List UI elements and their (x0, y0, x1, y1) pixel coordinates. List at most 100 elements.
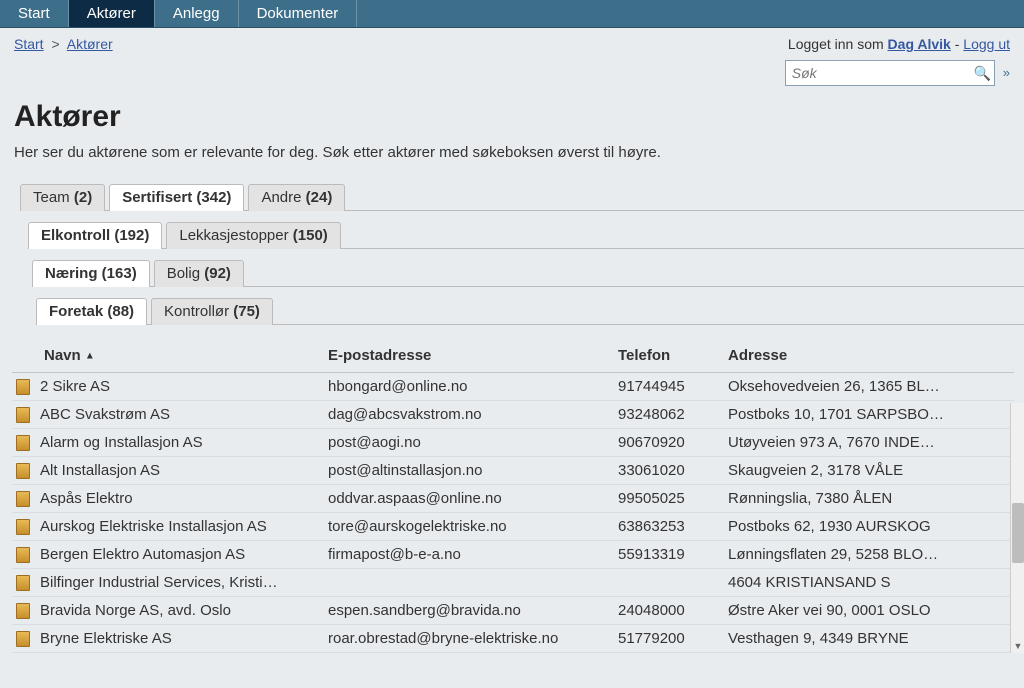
cell-address: Østre Aker vei 90, 0001 OSLO (722, 597, 1014, 625)
nav-dokumenter[interactable]: Dokumenter (239, 0, 358, 27)
cell-phone: 99505025 (612, 485, 722, 513)
breadcrumb-current[interactable]: Aktører (67, 36, 113, 52)
tabs-level4: Foretak (88) Kontrollør (75) (36, 297, 1024, 325)
tab-lekkasjestopper[interactable]: Lekkasjestopper (150) (166, 222, 340, 249)
tab-bolig[interactable]: Bolig (92) (154, 260, 244, 287)
company-icon (16, 379, 30, 395)
nav-anlegg[interactable]: Anlegg (155, 0, 239, 27)
col-address-header[interactable]: Adresse (722, 341, 1014, 373)
tab-team[interactable]: Team (2) (20, 184, 105, 211)
cell-address: Oksehovedveien 26, 1365 BL… (722, 373, 1014, 401)
tab-naering[interactable]: Næring (163) (32, 260, 150, 287)
table-row[interactable]: Alarm og Installasjon ASpost@aogi.no9067… (12, 429, 1014, 457)
search-box: 🔍 (785, 60, 995, 86)
cell-name: Bergen Elektro Automasjon AS (12, 541, 322, 569)
table-row[interactable]: Bryne Elektriske AS roar.obrestad@bryne-e… (12, 625, 1014, 653)
cell-email: post@aogi.no (322, 429, 612, 457)
cell-name: 2 Sikre AS (12, 373, 322, 401)
cell-name: Alarm og Installasjon AS (12, 429, 322, 457)
tab-sertifisert[interactable]: Sertifisert (342) (109, 184, 244, 211)
cell-email (322, 569, 612, 597)
company-icon (16, 407, 30, 423)
cell-phone: 33061020 (612, 457, 722, 485)
tabs-level1: Team (2) Sertifisert (342) Andre (24) (20, 183, 1024, 211)
table-row[interactable]: Alt Installasjon AS post@altinstallasjon.… (12, 457, 1014, 485)
actors-table: Navn ▲ E-postadresse Telefon Adresse 2 S… (12, 341, 1014, 653)
nav-start[interactable]: Start (0, 0, 69, 27)
table-row[interactable]: Bergen Elektro Automasjon ASfirmapost@b-… (12, 541, 1014, 569)
cell-name-text: Bilfinger Industrial Services, Kristi… (40, 574, 278, 591)
vertical-scrollbar[interactable]: ▼ (1010, 403, 1024, 653)
tab-elkontroll[interactable]: Elkontroll (192) (28, 222, 162, 249)
breadcrumb-start[interactable]: Start (14, 36, 44, 52)
cell-email: dag@abcsvakstrom.no (322, 401, 612, 429)
tab-foretak[interactable]: Foretak (88) (36, 298, 147, 325)
cell-name-text: Bryne Elektriske AS (40, 630, 172, 647)
table-row[interactable]: Aspås Elektrooddvar.aspaas@online.no9950… (12, 485, 1014, 513)
cell-name-text: Aspås Elektro (40, 490, 133, 507)
cell-address: Utøyveien 973 A, 7670 INDE… (722, 429, 1014, 457)
cell-name: Bryne Elektriske AS (12, 625, 322, 653)
cell-phone: 93248062 (612, 401, 722, 429)
col-email-header[interactable]: E-postadresse (322, 341, 612, 373)
table-row[interactable]: Bilfinger Industrial Services, Kristi…46… (12, 569, 1014, 597)
col-name-header[interactable]: Navn ▲ (12, 341, 322, 373)
company-icon (16, 463, 30, 479)
cell-name-text: Bravida Norge AS, avd. Oslo (40, 602, 231, 619)
cell-name: Alt Installasjon AS (12, 457, 322, 485)
cell-name-text: Bergen Elektro Automasjon AS (40, 546, 245, 563)
table-row[interactable]: Bravida Norge AS, avd. Osloespen.sandber… (12, 597, 1014, 625)
cell-name-text: Alt Installasjon AS (40, 462, 160, 479)
cell-address: Postboks 62, 1930 AURSKOG (722, 513, 1014, 541)
cell-name-text: Aurskog Elektriske Installasjon AS (40, 518, 267, 535)
cell-phone: 24048000 (612, 597, 722, 625)
cell-name-text: 2 Sikre AS (40, 378, 110, 395)
cell-address: Skaugveien 2, 3178 VÅLE (722, 457, 1014, 485)
search-icon[interactable]: 🔍 (974, 65, 991, 82)
logout-link[interactable]: Logg ut (963, 36, 1010, 52)
login-sep: - (955, 36, 964, 52)
search-row: 🔍 » (0, 56, 1024, 86)
cell-name-text: Alarm og Installasjon AS (40, 434, 203, 451)
search-input[interactable] (792, 65, 974, 81)
cell-email: post@altinstallasjon.no (322, 457, 612, 485)
cell-phone: 91744945 (612, 373, 722, 401)
scrollbar-thumb[interactable] (1012, 503, 1024, 563)
login-prefix: Logget inn som (788, 36, 888, 52)
sort-asc-icon: ▲ (85, 351, 95, 362)
table-row[interactable]: ABC Svakstrøm AS dag@abcsvakstrom.no93248… (12, 401, 1014, 429)
login-info: Logget inn som Dag Alvik - Logg ut (788, 36, 1010, 52)
company-icon (16, 519, 30, 535)
tab-andre[interactable]: Andre (24) (248, 184, 345, 211)
cell-email: tore@aurskogelektriske.no (322, 513, 612, 541)
scroll-down-arrow-icon[interactable]: ▼ (1012, 639, 1024, 653)
cell-phone (612, 569, 722, 597)
cell-address: Postboks 10, 1701 SARPSBO… (722, 401, 1014, 429)
breadcrumb: Start > Aktører (14, 36, 113, 52)
company-icon (16, 491, 30, 507)
cell-email: hbongard@online.no (322, 373, 612, 401)
top-nav: Start Aktører Anlegg Dokumenter (0, 0, 1024, 28)
cell-phone: 51779200 (612, 625, 722, 653)
cell-name: Aurskog Elektriske Installasjon AS (12, 513, 322, 541)
login-user-link[interactable]: Dag Alvik (888, 36, 951, 52)
page-title: Aktører (0, 86, 1024, 144)
expand-search-icon[interactable]: » (1003, 69, 1010, 77)
company-icon (16, 575, 30, 591)
table-row[interactable]: Aurskog Elektriske Installasjon AS tore@a… (12, 513, 1014, 541)
content-area: Team (2) Sertifisert (342) Andre (24) El… (0, 183, 1024, 653)
tab-kontrollor[interactable]: Kontrollør (75) (151, 298, 273, 325)
col-phone-header[interactable]: Telefon (612, 341, 722, 373)
cell-email: roar.obrestad@bryne-elektriske.no (322, 625, 612, 653)
table-wrap: Navn ▲ E-postadresse Telefon Adresse 2 S… (0, 335, 1024, 653)
cell-name-text: ABC Svakstrøm AS (40, 406, 170, 423)
table-row[interactable]: 2 Sikre AS hbongard@online.no91744945Okse… (12, 373, 1014, 401)
cell-phone: 55913319 (612, 541, 722, 569)
company-icon (16, 547, 30, 563)
tabs-level3: Næring (163) Bolig (92) (32, 259, 1024, 287)
page-description: Her ser du aktørene som er relevante for… (0, 144, 1024, 183)
cell-name: Aspås Elektro (12, 485, 322, 513)
nav-aktorer[interactable]: Aktører (69, 0, 155, 27)
cell-address: Lønningsflaten 29, 5258 BLO… (722, 541, 1014, 569)
header-row: Start > Aktører Logget inn som Dag Alvik… (0, 28, 1024, 56)
